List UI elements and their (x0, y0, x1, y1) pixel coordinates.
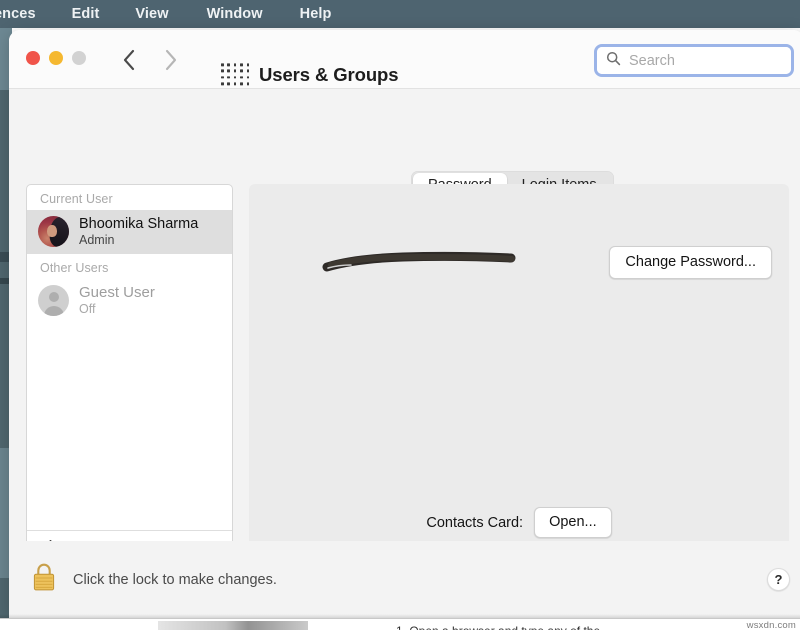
menu-item-view[interactable]: View (135, 6, 168, 22)
password-pane: Change Password... Contacts Card: Open..… (249, 184, 789, 600)
maximize-icon (72, 51, 86, 65)
sidebar-item-bhoomika-sharma[interactable]: Bhoomika Sharma Admin (27, 210, 232, 254)
page-title: Users & Groups (259, 64, 398, 86)
sidebar-header-other-users: Other Users (27, 254, 232, 279)
page-behind-text: 1. Open a browser and type any of the ..… (396, 624, 613, 634)
user-name: Bhoomika Sharma (79, 216, 198, 233)
search-input[interactable] (629, 53, 769, 69)
back-icon[interactable] (121, 47, 139, 73)
redaction-scribble (321, 248, 521, 272)
search-inner[interactable] (597, 47, 791, 74)
page-behind-window: 1. Open a browser and type any of the ..… (0, 618, 800, 634)
avatar (38, 216, 69, 247)
screen: ences Edit View Window Help (0, 0, 800, 634)
user-name: Guest User (79, 284, 155, 302)
open-contacts-card-button[interactable]: Open... (534, 507, 612, 538)
user-role: Admin (79, 233, 198, 248)
users-sidebar: Current User Bhoomika Sharma Admin Other… (26, 184, 233, 600)
menu-item-preferences[interactable]: ences (0, 6, 36, 22)
menu-item-help[interactable]: Help (300, 6, 332, 22)
padlock-icon[interactable] (31, 562, 57, 598)
traffic-light-buttons (26, 51, 86, 65)
show-all-grid-icon[interactable] (221, 63, 251, 86)
change-password-button[interactable]: Change Password... (609, 246, 772, 279)
menu-item-window[interactable]: Window (207, 6, 263, 22)
lock-row[interactable]: Click the lock to make changes. (31, 562, 277, 598)
forward-icon[interactable] (161, 47, 179, 73)
menu-item-edit[interactable]: Edit (72, 6, 100, 22)
window-footer: Click the lock to make changes. ? (9, 541, 800, 618)
user-status: Off (79, 302, 155, 317)
sidebar-item-guest-user[interactable]: Guest User Off (27, 279, 232, 323)
contacts-card-label: Contacts Card: (426, 515, 523, 531)
contacts-card-row: Contacts Card: Open... (249, 507, 789, 538)
window-titlebar: Users & Groups (9, 30, 800, 89)
users-and-groups-window: Users & Groups Password (9, 30, 800, 618)
search-icon (606, 51, 621, 71)
menu-bar: ences Edit View Window Help (0, 0, 800, 28)
page-behind-thumbnail (158, 621, 308, 630)
avatar (38, 285, 69, 316)
search-field[interactable] (594, 44, 794, 77)
watermark: wsxdn.com (747, 620, 796, 631)
sidebar-header-current-user: Current User (27, 185, 232, 210)
help-button[interactable]: ? (767, 568, 790, 591)
navigation-arrows (121, 47, 179, 73)
close-icon[interactable] (26, 51, 40, 65)
window-body: Password Login Items Current User Bhoomi… (9, 89, 800, 618)
lock-message: Click the lock to make changes. (73, 572, 277, 588)
minimize-icon[interactable] (49, 51, 63, 65)
